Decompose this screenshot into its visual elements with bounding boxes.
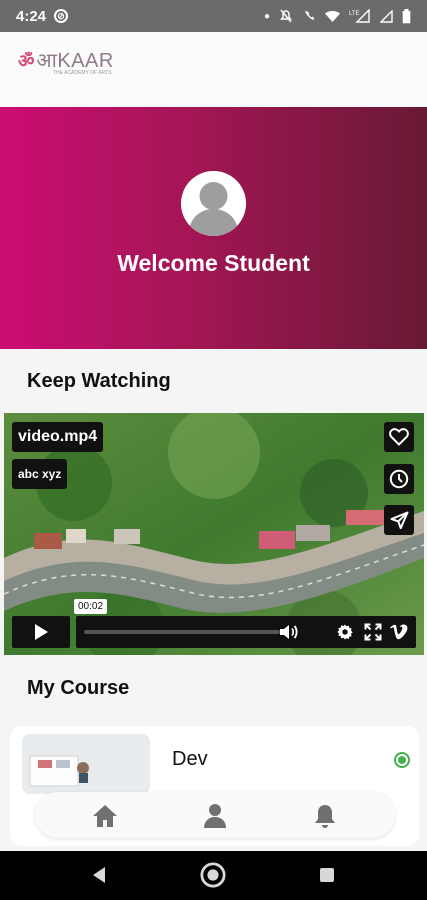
video-subtitle: abc xyz — [12, 459, 68, 489]
wifi-icon — [325, 10, 340, 22]
my-course-title: My Course — [27, 677, 130, 699]
like-button[interactable] — [384, 422, 414, 452]
profile-icon — [204, 804, 226, 828]
battery-icon — [402, 8, 411, 23]
progress-bar[interactable] — [84, 630, 280, 634]
home-icon — [93, 805, 117, 827]
nav-profile-button[interactable] — [200, 802, 230, 830]
status-time: 4:24 — [16, 7, 47, 25]
nav-notifications-button[interactable] — [310, 802, 340, 830]
android-home-button[interactable] — [200, 862, 226, 888]
back-icon — [93, 867, 105, 883]
status-icons: ● LTE — [263, 8, 411, 24]
welcome-banner: Welcome Student — [0, 107, 427, 349]
course-thumbnail — [22, 734, 150, 794]
logo-mark: ॐ — [18, 51, 35, 71]
recents-icon — [320, 868, 334, 882]
screen-record-icon: ⊘ — [54, 9, 69, 23]
muted-icon — [280, 9, 292, 23]
welcome-text: Welcome Student — [117, 250, 310, 276]
fullscreen-button[interactable] — [363, 622, 383, 642]
android-navigation-bar — [0, 851, 427, 900]
svg-text:LTE: LTE — [349, 11, 360, 17]
status-bar: 4:24 ⊘ ● LTE — [0, 0, 427, 32]
nav-home-button[interactable] — [90, 802, 120, 830]
logo-subtext: THE ACADEMY OF ARTS — [53, 70, 112, 76]
wifi-call-icon — [305, 11, 315, 20]
settings-icon — [337, 624, 353, 640]
play-button[interactable] — [12, 616, 70, 648]
logo-text: आKAAR — [36, 50, 114, 72]
share-button[interactable] — [384, 505, 414, 535]
notifications-icon — [315, 805, 335, 828]
volume-icon — [280, 625, 298, 639]
home-circle-icon — [200, 862, 226, 888]
send-icon — [390, 511, 408, 529]
video-controls: 00:02 — [12, 599, 416, 648]
course-thumbnail-image — [22, 734, 150, 794]
heart-icon — [389, 428, 409, 446]
clock-icon — [389, 469, 409, 489]
video-control-bar — [76, 616, 416, 648]
volume-button[interactable] — [278, 622, 298, 642]
video-player[interactable]: video.mp4 abc xyz 00:02 — [4, 413, 424, 655]
dot-icon: ● — [263, 10, 270, 22]
back-button[interactable] — [86, 862, 112, 888]
app-header: ॐ आKAAR THE ACADEMY OF ARTS — [0, 32, 427, 106]
signal-icon — [380, 9, 393, 23]
app-logo[interactable]: ॐ आKAAR THE ACADEMY OF ARTS — [18, 50, 114, 76]
watch-later-button[interactable] — [384, 464, 414, 494]
bottom-nav — [35, 792, 395, 838]
video-time: 00:02 — [74, 599, 108, 614]
avatar[interactable] — [181, 171, 246, 236]
lte-signal-icon: LTE — [349, 9, 370, 23]
vimeo-button[interactable] — [389, 622, 409, 642]
user-avatar-icon — [181, 171, 246, 236]
vimeo-icon — [390, 624, 408, 640]
course-name: Dev — [172, 748, 208, 770]
fullscreen-icon — [364, 623, 382, 641]
play-icon — [35, 624, 48, 640]
course-status-indicator[interactable] — [394, 752, 410, 768]
settings-button[interactable] — [335, 622, 355, 642]
keep-watching-title: Keep Watching — [27, 370, 171, 392]
recents-button[interactable] — [314, 862, 340, 888]
video-file-name: video.mp4 — [12, 422, 104, 452]
